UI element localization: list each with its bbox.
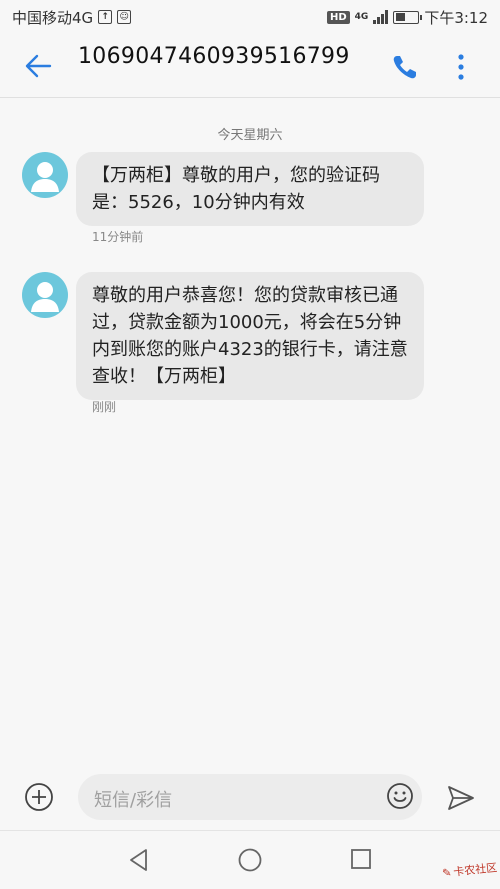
navigation-bar (0, 830, 500, 889)
more-options-icon[interactable] (450, 52, 472, 82)
signal-icon (373, 10, 389, 24)
conversation-header: 1069047460939516799 (0, 34, 500, 98)
person-icon (31, 282, 59, 312)
battery-icon (393, 10, 423, 24)
status-bar: 中国移动4G ↑ ☺ HD 4G 下午3:12 (0, 0, 500, 34)
upload-icon: ↑ (98, 10, 113, 24)
send-icon[interactable] (446, 784, 476, 812)
sender-avatar[interactable] (22, 152, 68, 198)
nav-back-icon[interactable] (126, 847, 152, 873)
nav-recents-icon[interactable] (350, 848, 372, 870)
contact-number: 1069047460939516799 (78, 44, 350, 69)
add-attachment-icon[interactable] (24, 782, 54, 812)
message-time: 11分钟前 (92, 230, 144, 244)
message-time: 刚刚 (92, 400, 117, 414)
clock: 下午3:12 (424, 8, 488, 27)
message-input-placeholder: 短信/彩信 (94, 790, 173, 811)
compose-bar: 短信/彩信 (0, 770, 500, 826)
phone-icon[interactable] (390, 52, 420, 82)
app-notification-icon: ☺ (117, 10, 132, 24)
status-left: 中国移动4G ↑ ☺ (12, 7, 132, 28)
message-bubble[interactable]: 尊敬的用户恭喜您！您的贷款审核已通过，贷款金额为1000元，将会在5分钟内到账您… (76, 272, 424, 400)
person-icon (31, 162, 59, 192)
date-separator: 今天星期六 (217, 128, 283, 143)
hd-icon: HD (326, 10, 350, 24)
sender-avatar[interactable] (22, 272, 68, 318)
network-type-label: 4G (354, 11, 369, 22)
carrier-label: 中国移动4G (12, 8, 94, 27)
message-text: 尊敬的用户恭喜您！您的贷款审核已通过，贷款金额为1000元，将会在5分钟内到账您… (92, 285, 408, 387)
emoji-icon[interactable] (386, 782, 414, 810)
watermark-logo-icon: ✎ (441, 865, 452, 880)
status-right: HD 4G 下午3:12 (326, 7, 488, 28)
back-arrow-icon[interactable] (20, 48, 56, 84)
message-bubble[interactable]: 【万两柜】尊敬的用户，您的验证码是：5526，10分钟内有效 (76, 152, 424, 226)
nav-home-icon[interactable] (237, 847, 263, 873)
message-text: 【万两柜】尊敬的用户，您的验证码是：5526，10分钟内有效 (92, 165, 380, 213)
